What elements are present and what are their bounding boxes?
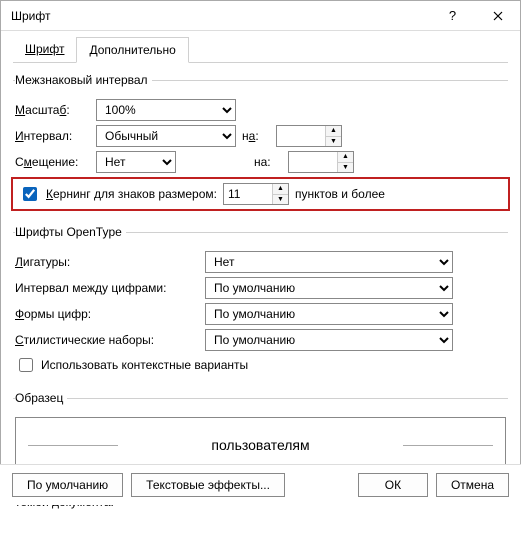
interval-label: Интервал: [15, 129, 90, 143]
group-sample-legend: Образец [15, 391, 67, 405]
window-title: Шрифт [11, 9, 430, 23]
text-effects-button[interactable]: Текстовые эффекты... [131, 473, 285, 497]
kerning-size-spin[interactable]: ▲▼ [223, 183, 289, 205]
stylistic-label: Стилистические наборы: [15, 333, 199, 347]
position-by-label: на: [254, 155, 282, 169]
close-button[interactable] [475, 1, 520, 31]
interval-by-label: на: [242, 129, 270, 143]
numspacing-label: Интервал между цифрами: [15, 281, 199, 295]
close-icon [493, 11, 503, 21]
interval-by-input[interactable] [277, 126, 325, 146]
kerning-checkbox[interactable] [23, 187, 37, 201]
position-combo[interactable]: Нет [96, 151, 176, 173]
tab-advanced[interactable]: Дополнительно [76, 37, 188, 63]
numforms-combo[interactable]: По умолчанию [205, 303, 453, 325]
spin-buttons[interactable]: ▲▼ [272, 184, 288, 204]
spin-buttons[interactable]: ▲▼ [337, 152, 353, 172]
numspacing-combo[interactable]: По умолчанию [205, 277, 453, 299]
titlebar: Шрифт ? [1, 1, 520, 31]
kerning-label: Кернинг для знаков размером: [46, 187, 217, 201]
numforms-label: Формы цифр: [15, 307, 199, 321]
interval-by-spin[interactable]: ▲▼ [276, 125, 342, 147]
scale-combo[interactable]: 100% [96, 99, 236, 121]
group-opentype-legend: Шрифты OpenType [15, 225, 126, 239]
context-label: Использовать контекстные варианты [41, 358, 248, 372]
group-spacing-legend: Межзнаковый интервал [15, 73, 152, 87]
sample-text: пользователям [203, 437, 317, 453]
tab-font[interactable]: Шрифт [13, 37, 76, 62]
kerning-row-highlight: Кернинг для знаков размером: ▲▼ пунктов … [11, 177, 510, 211]
scale-label: Масштаб: [15, 103, 90, 117]
stylistic-combo[interactable]: По умолчанию [205, 329, 453, 351]
help-button[interactable]: ? [430, 1, 475, 31]
group-spacing: Межзнаковый интервал Масштаб: 100% Интер… [13, 73, 508, 215]
group-opentype: Шрифты OpenType Лигатуры: Нет Интервал м… [13, 225, 508, 381]
position-label: Смещение: [15, 155, 90, 169]
position-by-spin[interactable]: ▲▼ [288, 151, 354, 173]
interval-combo[interactable]: Обычный [96, 125, 236, 147]
kerning-size-input[interactable] [224, 184, 272, 204]
spin-buttons[interactable]: ▲▼ [325, 126, 341, 146]
dialog-footer: По умолчанию Текстовые эффекты... ОК Отм… [0, 464, 521, 505]
ok-button[interactable]: ОК [358, 473, 428, 497]
ligatures-label: Лигатуры: [15, 255, 199, 269]
cancel-button[interactable]: Отмена [436, 473, 509, 497]
ligatures-combo[interactable]: Нет [205, 251, 453, 273]
context-checkbox[interactable] [19, 358, 33, 372]
default-button[interactable]: По умолчанию [12, 473, 123, 497]
position-by-input[interactable] [289, 152, 337, 172]
kerning-suffix: пунктов и более [295, 187, 385, 201]
tabstrip: Шрифт Дополнительно [13, 37, 508, 63]
